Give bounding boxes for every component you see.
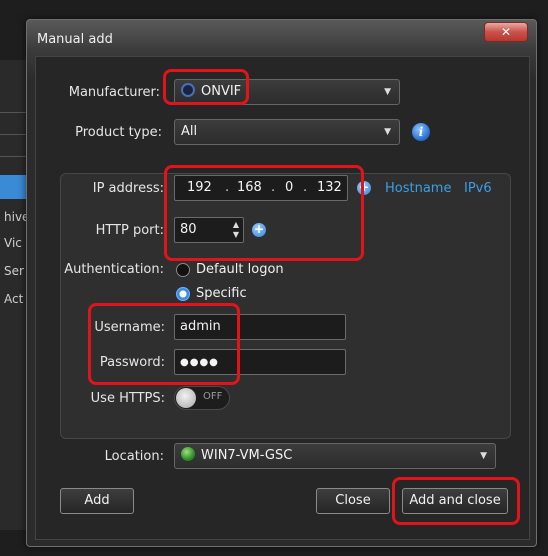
password-field[interactable]: ●●●● — [174, 349, 346, 375]
globe-icon — [181, 447, 195, 461]
ipv6-link[interactable]: IPv6 — [464, 181, 492, 196]
username-label: Username: — [94, 320, 165, 335]
http-port-stepper[interactable]: 80 ▲ ▼ — [174, 217, 244, 243]
product-type-label: Product type: — [75, 125, 162, 140]
username-field[interactable]: admin — [174, 314, 346, 340]
http-port-value: 80 — [180, 222, 197, 237]
background-text: Ser — [4, 264, 24, 278]
ip-address-label: IP address: — [92, 181, 164, 196]
username-value: admin — [180, 319, 221, 334]
manufacturer-label: Manufacturer: — [68, 85, 160, 100]
product-type-value: All — [181, 124, 198, 139]
manufacturer-value: ONVIF — [201, 84, 242, 99]
location-value: WIN7-VM-GSC — [201, 448, 293, 463]
hostname-link[interactable]: Hostname — [385, 181, 451, 196]
ip-octet-4[interactable]: 132 — [317, 176, 342, 200]
add-ip-icon[interactable]: + — [357, 181, 371, 195]
add-and-close-button[interactable]: Add and close — [402, 488, 508, 514]
stepper-arrows-icon[interactable]: ▲ ▼ — [231, 220, 241, 240]
ip-octet-2[interactable]: 168 — [237, 176, 262, 200]
close-window-button[interactable]: ✕ — [484, 22, 528, 42]
close-icon: ✕ — [500, 25, 512, 39]
ip-address-field[interactable]: 192 . 168 . 0 . 132 — [174, 175, 348, 201]
product-type-dropdown[interactable]: All ▼ — [174, 119, 400, 145]
close-button[interactable]: Close — [316, 488, 390, 514]
background-text: Vic — [4, 236, 22, 250]
manual-add-dialog: Manual add ✕ Manufacturer: ONVIF ▼ Produ… — [26, 19, 537, 547]
ip-dot: . — [303, 180, 308, 195]
manufacturer-dropdown[interactable]: ONVIF ▼ — [174, 79, 400, 105]
location-dropdown[interactable]: WIN7-VM-GSC ▼ — [174, 443, 496, 469]
use-https-toggle[interactable]: OFF — [174, 386, 230, 410]
use-https-label: Use HTTPS: — [90, 391, 165, 406]
default-logon-label[interactable]: Default logon — [196, 262, 284, 277]
ip-octet-1[interactable]: 192 — [187, 176, 212, 200]
password-label: Password: — [99, 355, 165, 370]
specific-radio[interactable] — [176, 287, 190, 301]
authentication-label: Authentication: — [64, 262, 164, 277]
chevron-down-icon: ▼ — [384, 127, 391, 137]
background-text: Act — [4, 292, 24, 306]
location-label: Location: — [104, 449, 164, 464]
dialog-title: Manual add — [37, 32, 113, 47]
chevron-down-icon: ▼ — [384, 87, 391, 97]
specific-label[interactable]: Specific — [196, 286, 247, 301]
ip-octet-3[interactable]: 0 — [285, 176, 293, 200]
ip-dot: . — [271, 180, 276, 195]
toggle-knob — [176, 388, 196, 408]
title-bar[interactable]: Manual add ✕ — [27, 20, 536, 56]
toggle-state: OFF — [203, 391, 223, 402]
ip-dot: . — [225, 180, 230, 195]
dialog-body: Manufacturer: ONVIF ▼ Product type: All … — [35, 56, 530, 540]
default-logon-radio[interactable] — [176, 263, 190, 277]
info-icon[interactable]: i — [412, 123, 430, 141]
onvif-icon — [181, 83, 195, 97]
password-value: ●●●● — [180, 357, 219, 368]
http-port-label: HTTP port: — [95, 223, 164, 238]
add-button[interactable]: Add — [60, 488, 134, 514]
add-port-icon[interactable]: + — [252, 223, 266, 237]
chevron-down-icon: ▼ — [480, 451, 487, 461]
